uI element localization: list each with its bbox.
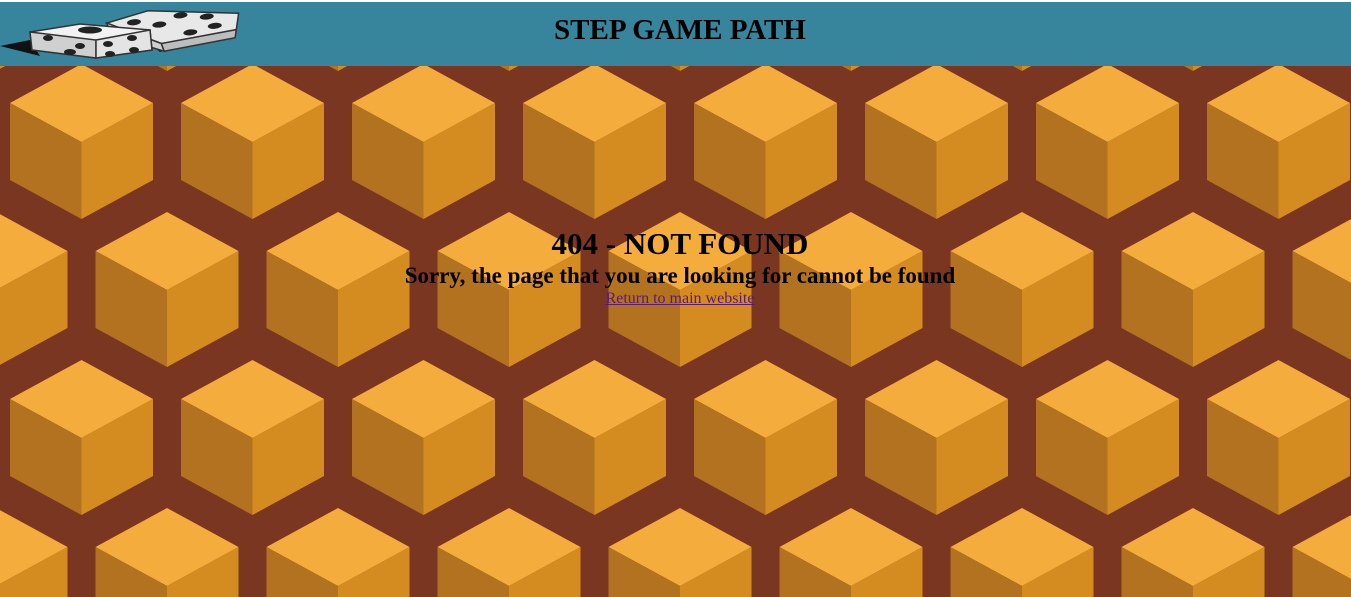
site-title: STEP GAME PATH bbox=[554, 14, 806, 46]
return-main-link[interactable]: Return to main website bbox=[606, 290, 755, 308]
error-panel: 404 - NOT FOUND Sorry, the page that you… bbox=[0, 226, 1351, 308]
error-title: 404 - NOT FOUND bbox=[551, 226, 809, 261]
error-message: Sorry, the page that you are looking for… bbox=[404, 263, 956, 288]
hexagon-background bbox=[0, 66, 1351, 597]
site-header: STEP GAME PATH bbox=[0, 0, 1351, 66]
